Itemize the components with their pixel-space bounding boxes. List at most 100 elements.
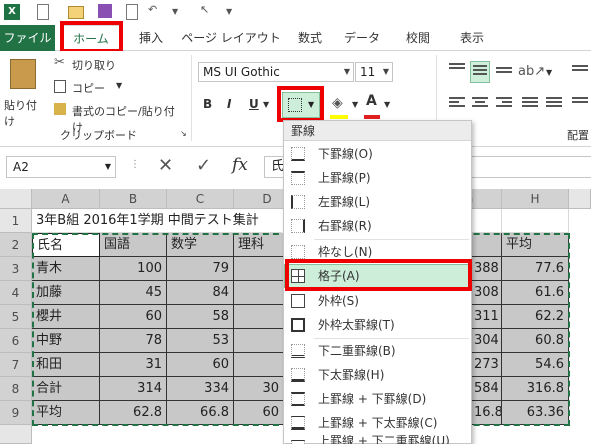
menu-item-top-double-bottom-border[interactable]: 上罫線 + 下二重罫線(U) <box>284 435 471 444</box>
row-header[interactable]: 6 <box>0 329 32 353</box>
menu-item-bottom-border[interactable]: 下罫線(O) <box>284 142 471 166</box>
tab-review[interactable]: 校閲 <box>398 25 438 51</box>
font-color-button[interactable]: A <box>366 93 377 109</box>
new-document-icon[interactable] <box>37 4 49 20</box>
undo-dropdown-icon[interactable]: ▼ <box>172 7 178 16</box>
row-header[interactable]: 4 <box>0 281 32 305</box>
menu-item-left-border[interactable]: 左罫線(L) <box>284 190 471 214</box>
menu-item-top-thick-bottom-border[interactable]: 上罫線 + 下太罫線(C) <box>284 411 471 435</box>
cell[interactable]: 中野 <box>32 329 100 353</box>
cell[interactable] <box>234 353 283 377</box>
row-header[interactable]: 8 <box>0 377 32 401</box>
cell[interactable]: 100 <box>100 257 167 281</box>
cell[interactable]: 388 <box>470 257 502 281</box>
cell[interactable]: 青木 <box>32 257 100 281</box>
tab-formulas[interactable]: 数式 <box>290 25 330 51</box>
cell[interactable]: 60 <box>100 305 167 329</box>
save-icon[interactable] <box>98 4 112 18</box>
cell[interactable]: 79 <box>167 257 234 281</box>
cancel-icon[interactable]: ✕ <box>158 155 173 176</box>
cell[interactable]: 60 <box>167 353 234 377</box>
cell[interactable]: 584 <box>470 377 502 401</box>
chevron-down-icon[interactable]: ▼ <box>105 157 111 177</box>
cell[interactable]: 78 <box>100 329 167 353</box>
align-bottom-icon[interactable] <box>496 67 512 81</box>
select-all-corner[interactable] <box>0 189 32 209</box>
cell[interactable]: 62.2 <box>502 305 569 329</box>
tab-file[interactable]: ファイル <box>0 25 55 51</box>
undo-icon[interactable]: ↶ <box>148 3 157 16</box>
cell[interactable]: 理科 <box>234 233 283 257</box>
cell[interactable]: 314 <box>100 377 167 401</box>
menu-item-top-bottom-border[interactable]: 上罫線 + 下罫線(D) <box>284 387 471 411</box>
cell[interactable]: 60.8 <box>502 329 569 353</box>
cell[interactable]: 31 <box>100 353 167 377</box>
cell[interactable]: 304 <box>470 329 502 353</box>
tab-view[interactable]: 表示 <box>452 25 492 51</box>
cell[interactable]: 45 <box>100 281 167 305</box>
font-size-box[interactable]: 11 ▼ <box>355 62 393 82</box>
cell[interactable]: 311 <box>470 305 502 329</box>
insert-function-icon[interactable]: fx <box>232 155 248 175</box>
menu-item-thick-bottom-border[interactable]: 下太罫線(H) <box>284 363 471 387</box>
cell[interactable]: 櫻井 <box>32 305 100 329</box>
underline-button[interactable]: U <box>249 97 259 111</box>
cell[interactable]: 66.8 <box>167 401 234 425</box>
cell[interactable] <box>234 305 283 329</box>
cell[interactable]: 316.8 <box>502 377 569 401</box>
tab-home[interactable]: ホーム <box>62 25 120 52</box>
cell[interactable]: 合計 <box>32 377 100 401</box>
copy-button[interactable]: コピー ▼ <box>54 78 174 96</box>
cell[interactable]: 16.8 <box>470 401 502 425</box>
cell[interactable]: 53 <box>167 329 234 353</box>
column-header[interactable] <box>569 189 591 209</box>
align-top-icon[interactable] <box>449 63 465 77</box>
cell[interactable] <box>470 233 502 257</box>
italic-button[interactable]: I <box>227 97 231 111</box>
menu-item-all-borders[interactable]: 格子(A) <box>284 264 471 288</box>
column-header[interactable]: C <box>167 189 234 209</box>
tab-data[interactable]: データ <box>340 25 384 51</box>
cell[interactable]: 62.8 <box>100 401 167 425</box>
chevron-down-icon[interactable]: ▼ <box>383 63 389 81</box>
enter-icon[interactable]: ✓ <box>196 155 211 176</box>
cell[interactable]: 数学 <box>167 233 234 257</box>
bold-button[interactable]: B <box>203 97 212 111</box>
align-middle-icon[interactable] <box>470 61 490 83</box>
cell[interactable] <box>234 257 283 281</box>
cell[interactable]: 58 <box>167 305 234 329</box>
sheet-title-cell[interactable]: 3年B組 2016年1学期 中間テスト集計 <box>32 209 282 233</box>
increase-indent-icon[interactable] <box>546 97 562 111</box>
paste-button[interactable]: 貼り付け <box>4 57 46 128</box>
print-preview-icon[interactable] <box>126 4 138 20</box>
column-header[interactable]: H <box>502 189 569 209</box>
fill-color-icon[interactable]: ◈ <box>332 95 343 111</box>
cell[interactable]: 54.6 <box>502 353 569 377</box>
name-box[interactable]: A2 ▼ <box>6 156 116 178</box>
fill-color-dropdown-icon[interactable]: ▼ <box>352 100 358 109</box>
cell[interactable]: 334 <box>167 377 234 401</box>
chevron-down-icon[interactable]: ▼ <box>344 63 350 81</box>
menu-item-outside-borders[interactable]: 外枠(S) <box>284 289 471 313</box>
align-right-icon[interactable] <box>496 97 512 111</box>
column-header[interactable]: B <box>100 189 167 209</box>
orientation-icon[interactable]: ab↗ <box>518 64 545 79</box>
tab-insert[interactable]: 挿入 <box>130 25 172 51</box>
align-left-icon[interactable] <box>449 97 465 111</box>
copy-dropdown-icon[interactable]: ▼ <box>116 81 122 90</box>
decrease-indent-icon[interactable] <box>522 97 538 111</box>
underline-dropdown-icon[interactable]: ▼ <box>263 100 269 109</box>
cell[interactable]: 加藤 <box>32 281 100 305</box>
open-folder-icon[interactable] <box>68 6 84 19</box>
cell[interactable]: 30 <box>234 377 283 401</box>
menu-item-bottom-double-border[interactable]: 下二重罫線(B) <box>284 339 471 363</box>
menu-item-right-border[interactable]: 右罫線(R) <box>284 214 471 238</box>
tab-page-layout[interactable]: ページ レイアウト <box>180 25 282 51</box>
wrap-text-icon[interactable] <box>572 65 588 79</box>
row-header[interactable] <box>0 425 32 444</box>
clipboard-launcher-icon[interactable]: ↘ <box>180 129 187 138</box>
merge-center-icon[interactable] <box>572 97 588 111</box>
customize-dropdown-icon[interactable]: ▼ <box>226 7 232 16</box>
cell[interactable]: 63.36 <box>502 401 569 425</box>
menu-item-thick-outside-borders[interactable]: 外枠太罫線(T) <box>284 313 471 337</box>
